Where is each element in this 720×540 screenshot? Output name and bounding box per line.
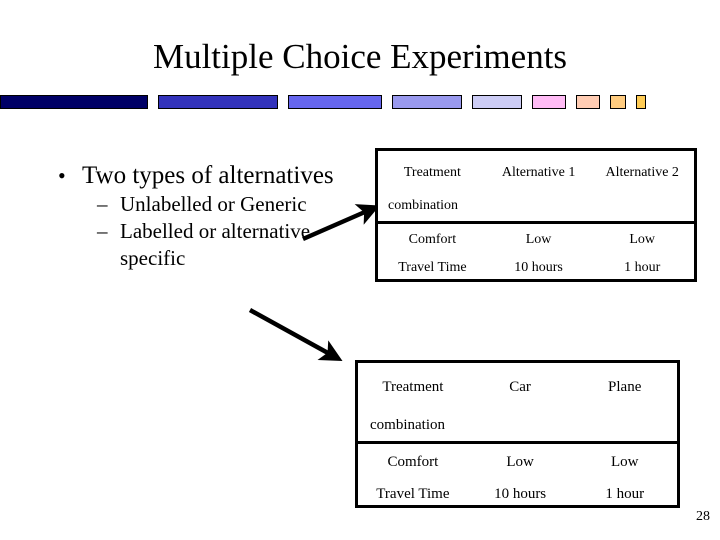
header-cell-plane: Plane bbox=[608, 379, 642, 395]
bullet-marker-icon: • bbox=[58, 163, 66, 188]
table-row: Travel Time 10 hours 1 hour bbox=[358, 472, 677, 504]
header-wrap-combination: combination bbox=[370, 417, 445, 433]
bullet-level2-labelled-label: Labelled or alternative specific bbox=[120, 219, 311, 270]
color-bar-segment-9 bbox=[636, 95, 646, 109]
color-bar-segment-4 bbox=[392, 95, 462, 109]
table-row: Comfort Low Low bbox=[378, 224, 694, 249]
bullet-level1-label: Two types of alternatives bbox=[82, 162, 334, 189]
header-cell-treatment: Treatment bbox=[403, 165, 461, 180]
color-bar-segment-6 bbox=[532, 95, 566, 109]
cell-comfort-car: Low bbox=[506, 454, 534, 470]
body-text-block: • Two types of alternatives – Unlabelled… bbox=[44, 160, 374, 272]
header-cell-alt2: Alternative 2 bbox=[605, 165, 679, 180]
color-bar-segment-2 bbox=[158, 95, 278, 109]
color-bar-segment-7 bbox=[576, 95, 600, 109]
header-cell-alt1: Alternative 1 bbox=[501, 165, 576, 180]
cell-comfort-alt1: Low bbox=[525, 232, 552, 247]
bullet-level2-labelled: – Labelled or alternative specific bbox=[44, 218, 374, 272]
header-cell-treatment: Treatment bbox=[382, 379, 444, 395]
cell-attribute-travel-time: Travel Time bbox=[398, 260, 467, 275]
dash-marker-icon: – bbox=[97, 192, 108, 216]
decorative-color-bar bbox=[0, 95, 720, 111]
cell-attribute-comfort: Comfort bbox=[408, 232, 457, 247]
generic-alternatives-table: Treatment Alternative 1 Alternative 2 co… bbox=[375, 148, 697, 282]
bullet-level2-generic-label: Unlabelled or Generic bbox=[120, 192, 307, 216]
page-title: Multiple Choice Experiments bbox=[152, 37, 568, 76]
header-wrap-combination: combination bbox=[388, 198, 458, 213]
slide-canvas: Multiple Choice Experiments • Two types … bbox=[0, 0, 720, 540]
header-cell-car: Car bbox=[509, 379, 531, 395]
bullet-level2-generic: – Unlabelled or Generic bbox=[44, 191, 374, 218]
dash-marker-icon: – bbox=[97, 219, 108, 243]
color-bar-segment-5 bbox=[472, 95, 522, 109]
cell-comfort-alt2: Low bbox=[629, 232, 656, 247]
table-header-row: Treatment Alternative 1 Alternative 2 bbox=[378, 151, 694, 182]
table-header-row: Treatment Car Plane bbox=[358, 363, 677, 397]
color-bar-segment-3 bbox=[288, 95, 382, 109]
color-bar-segment-8 bbox=[610, 95, 626, 109]
cell-attribute-travel-time: Travel Time bbox=[376, 486, 450, 502]
labelled-alternatives-table: Treatment Car Plane combination Comfort … bbox=[355, 360, 680, 508]
cell-attribute-comfort: Comfort bbox=[387, 454, 439, 470]
color-bar-segment-1 bbox=[0, 95, 148, 109]
table-row: Travel Time 10 hours 1 hour bbox=[378, 249, 694, 277]
cell-travel-time-alt1: 10 hours bbox=[514, 260, 563, 275]
cell-travel-time-plane: 1 hour bbox=[605, 486, 645, 502]
bullet-level1: • Two types of alternatives bbox=[44, 160, 374, 191]
cell-travel-time-alt2: 1 hour bbox=[624, 260, 661, 275]
cell-travel-time-car: 10 hours bbox=[494, 486, 547, 502]
cell-comfort-plane: Low bbox=[610, 454, 639, 470]
table-row: Comfort Low Low bbox=[358, 444, 677, 472]
table-header-group: Treatment Alternative 1 Alternative 2 co… bbox=[378, 151, 694, 221]
page-number: 28 bbox=[696, 509, 710, 524]
table-header-group: Treatment Car Plane combination bbox=[358, 363, 677, 441]
